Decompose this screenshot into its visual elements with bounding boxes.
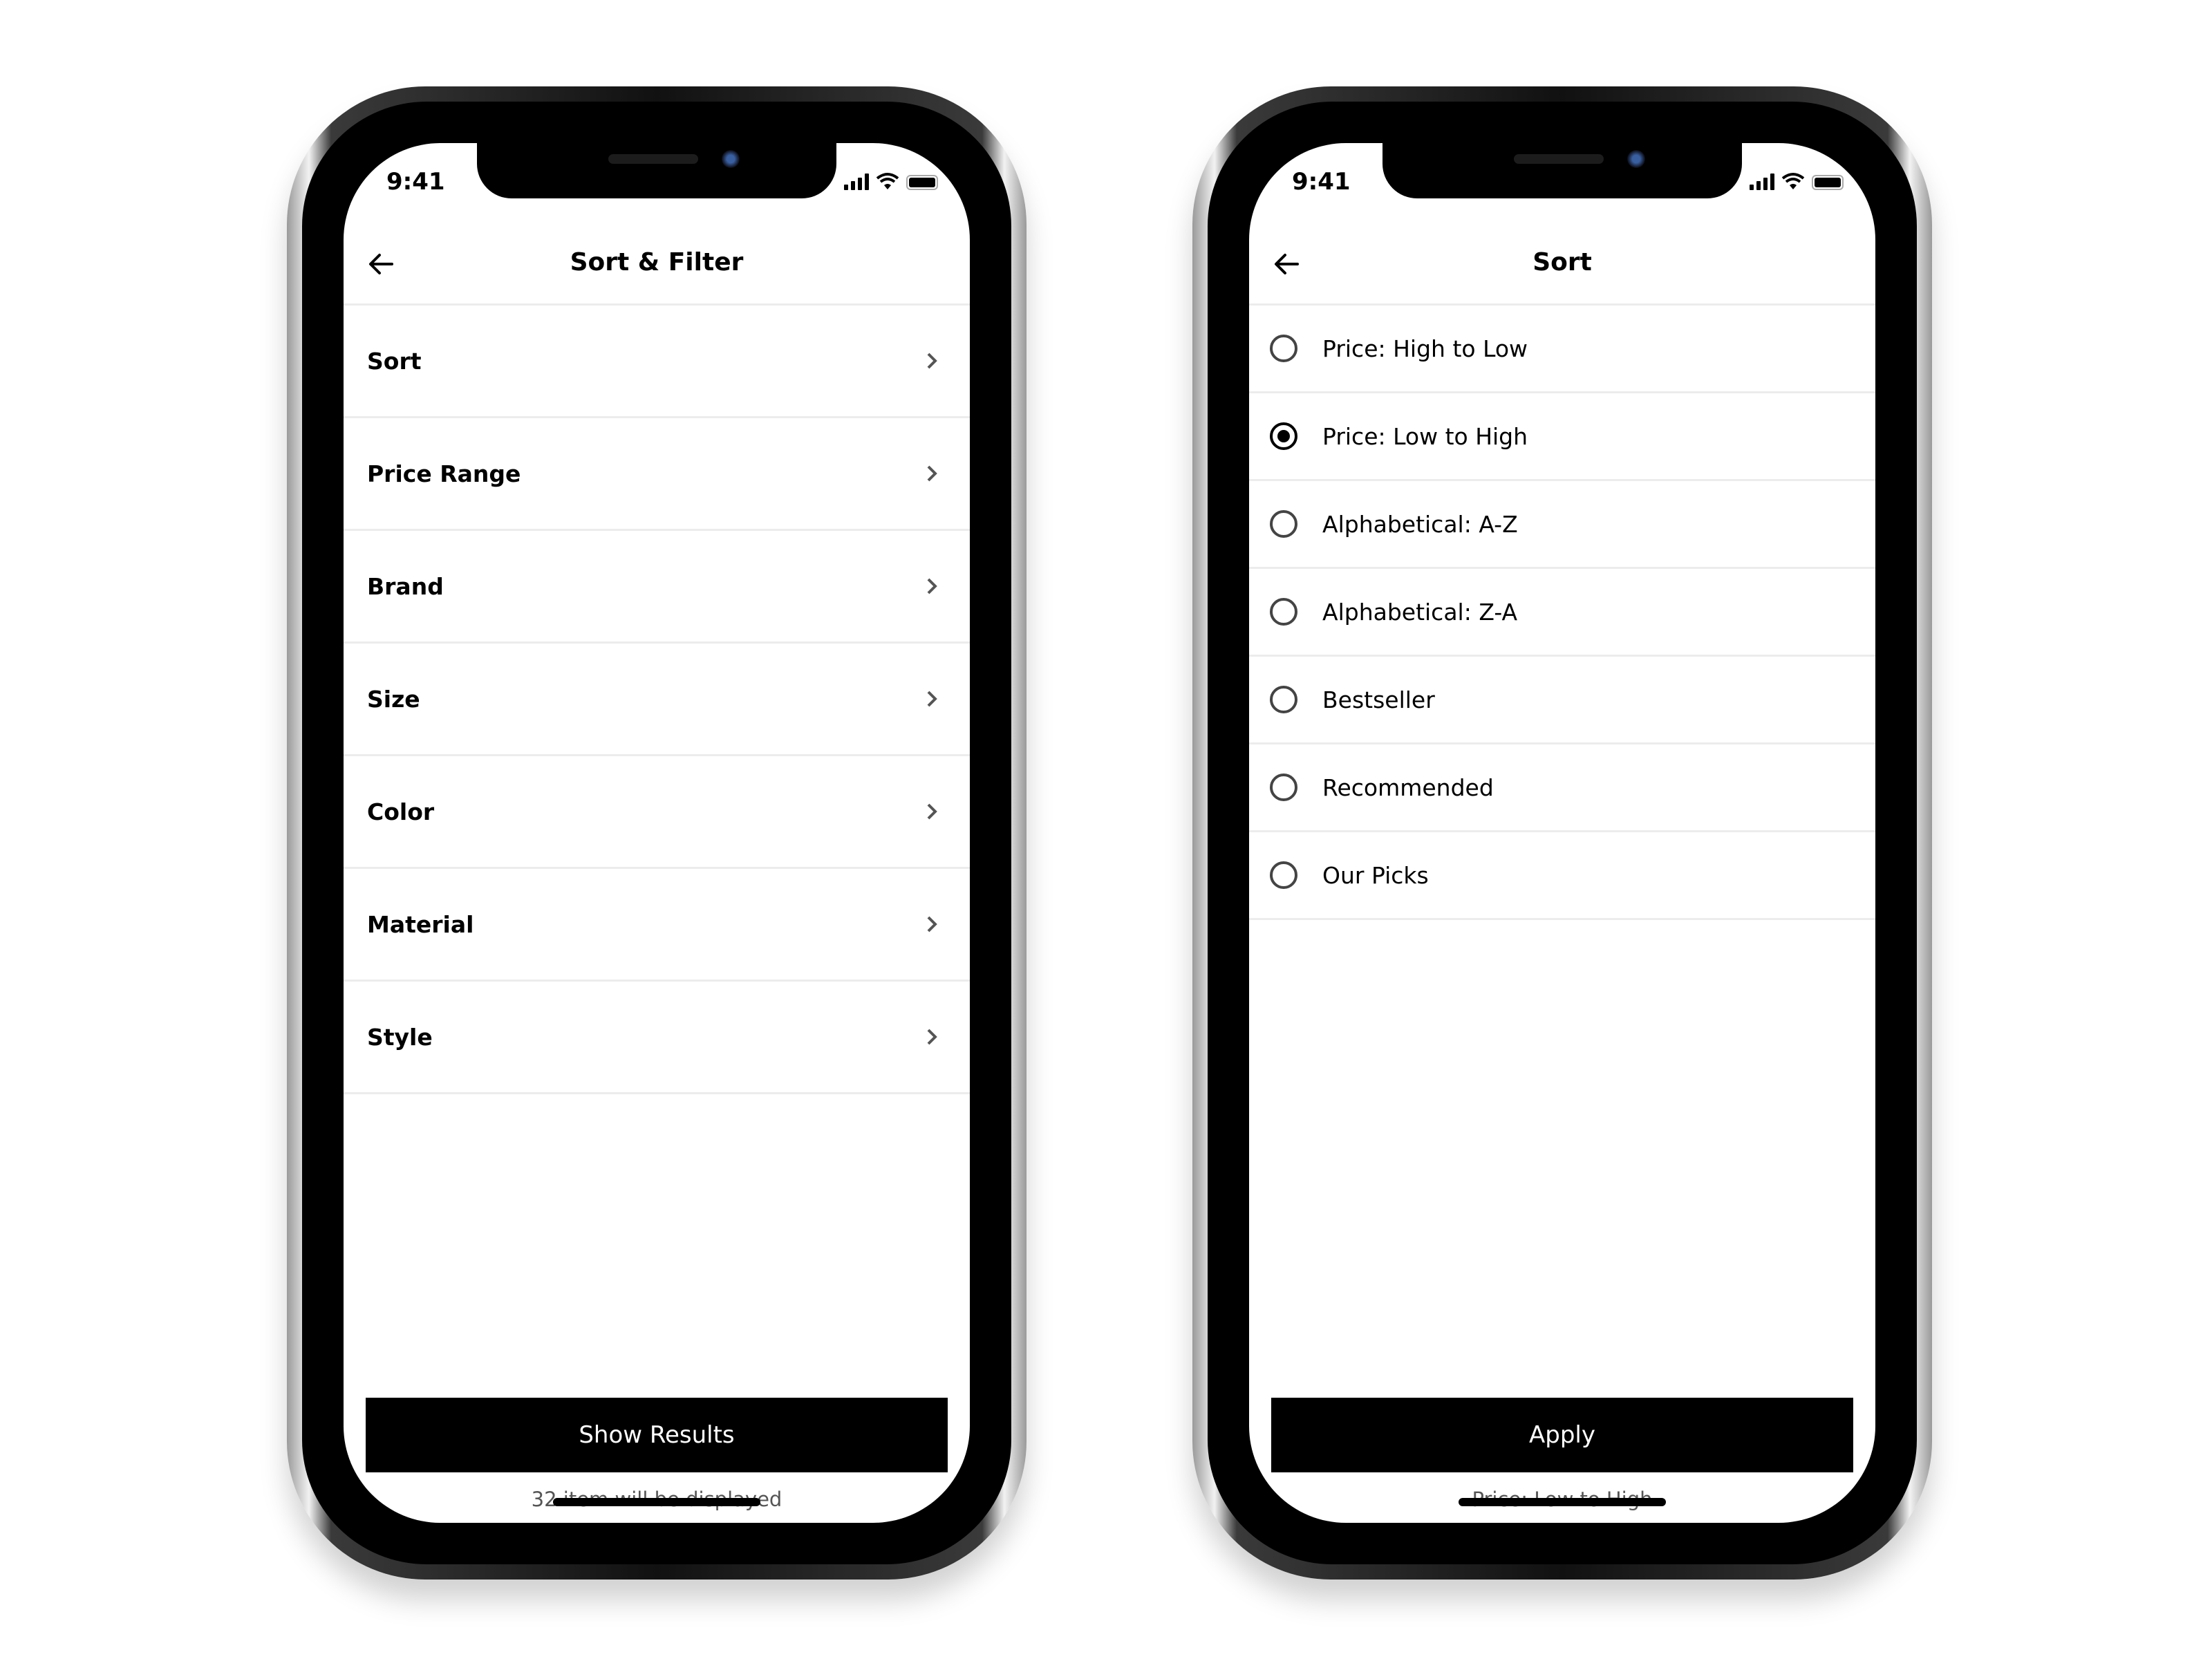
sort-option-bestseller[interactable]: Bestseller	[1249, 657, 1875, 744]
radio-unselected-icon[interactable]	[1270, 335, 1297, 362]
sort-option-label: Alphabetical: Z-A	[1322, 598, 1518, 626]
sort-option-alpha-za[interactable]: Alphabetical: Z-A	[1249, 569, 1875, 657]
signal-icon	[1750, 174, 1774, 190]
filter-label: Color	[367, 798, 435, 825]
wifi-icon	[876, 173, 899, 189]
filter-label: Brand	[367, 572, 444, 600]
battery-icon	[1812, 175, 1844, 190]
filter-label: Size	[367, 685, 420, 713]
nav-header: Sort	[1249, 233, 1875, 295]
sort-option-price-high-low[interactable]: Price: High to Low	[1249, 306, 1875, 393]
status-icons	[844, 172, 938, 190]
chevron-right-icon	[927, 916, 937, 932]
home-indicator[interactable]	[1459, 1498, 1666, 1506]
status-icons	[1750, 172, 1844, 190]
sort-option-alpha-az[interactable]: Alphabetical: A-Z	[1249, 481, 1875, 569]
notch	[1382, 143, 1742, 198]
filter-item-sort[interactable]: Sort	[344, 306, 970, 418]
wifi-icon	[1781, 173, 1805, 189]
filter-label: Material	[367, 910, 474, 938]
radio-unselected-icon[interactable]	[1270, 510, 1297, 538]
chevron-right-icon	[927, 691, 937, 707]
signal-icon	[844, 174, 869, 190]
chevron-right-icon	[927, 803, 937, 820]
chevron-right-icon	[927, 353, 937, 369]
filter-item-price-range[interactable]: Price Range	[344, 418, 970, 531]
filter-item-material[interactable]: Material	[344, 869, 970, 982]
filter-item-brand[interactable]: Brand	[344, 531, 970, 644]
battery-icon	[906, 175, 938, 190]
speaker	[608, 154, 698, 164]
speaker	[1514, 154, 1604, 164]
radio-unselected-icon[interactable]	[1270, 774, 1297, 801]
sort-options-list: Price: High to Low Price: Low to High Al…	[1249, 303, 1875, 920]
home-indicator[interactable]	[553, 1498, 760, 1506]
phone-bezel: 9:41 Sort & Filter Sort Price Range Bran…	[302, 102, 1011, 1564]
filter-item-size[interactable]: Size	[344, 644, 970, 756]
filter-label: Price Range	[367, 460, 521, 487]
filter-label: Style	[367, 1023, 433, 1051]
filter-label: Sort	[367, 347, 422, 375]
radio-selected-icon[interactable]	[1270, 422, 1297, 450]
sort-option-our-picks[interactable]: Our Picks	[1249, 832, 1875, 920]
chevron-right-icon	[927, 1029, 937, 1045]
page-title: Sort & Filter	[570, 248, 744, 276]
phone-frame-right: 9:41 Sort Price: High to Low Price: Low …	[1192, 86, 1932, 1580]
radio-unselected-icon[interactable]	[1270, 686, 1297, 713]
camera	[722, 150, 740, 168]
filter-item-style[interactable]: Style	[344, 982, 970, 1094]
sort-option-label: Price: High to Low	[1322, 335, 1528, 362]
sort-option-price-low-high[interactable]: Price: Low to High	[1249, 393, 1875, 481]
sort-option-label: Bestseller	[1322, 686, 1435, 713]
page-title: Sort	[1533, 248, 1592, 276]
filter-item-color[interactable]: Color	[344, 756, 970, 869]
chevron-right-icon	[927, 465, 937, 482]
sort-screen: 9:41 Sort Price: High to Low Price: Low …	[1249, 143, 1875, 1523]
sort-option-label: Alphabetical: A-Z	[1322, 510, 1518, 538]
apply-button[interactable]: Apply	[1271, 1398, 1853, 1472]
chevron-right-icon	[927, 578, 937, 594]
camera	[1627, 150, 1645, 168]
radio-unselected-icon[interactable]	[1270, 598, 1297, 626]
status-time: 9:41	[1292, 168, 1351, 196]
phone-frame-left: 9:41 Sort & Filter Sort Price Range Bran…	[287, 86, 1027, 1580]
sort-option-label: Our Picks	[1322, 861, 1429, 889]
filter-list: Sort Price Range Brand Size Color Materi…	[344, 303, 970, 1094]
sort-option-label: Recommended	[1322, 774, 1494, 801]
phone-bezel: 9:41 Sort Price: High to Low Price: Low …	[1208, 102, 1917, 1564]
nav-header: Sort & Filter	[344, 233, 970, 295]
radio-unselected-icon[interactable]	[1270, 861, 1297, 889]
show-results-button[interactable]: Show Results	[366, 1398, 948, 1472]
sort-option-recommended[interactable]: Recommended	[1249, 744, 1875, 832]
sort-filter-screen: 9:41 Sort & Filter Sort Price Range Bran…	[344, 143, 970, 1523]
status-time: 9:41	[386, 168, 445, 196]
notch	[477, 143, 836, 198]
sort-option-label: Price: Low to High	[1322, 422, 1528, 450]
